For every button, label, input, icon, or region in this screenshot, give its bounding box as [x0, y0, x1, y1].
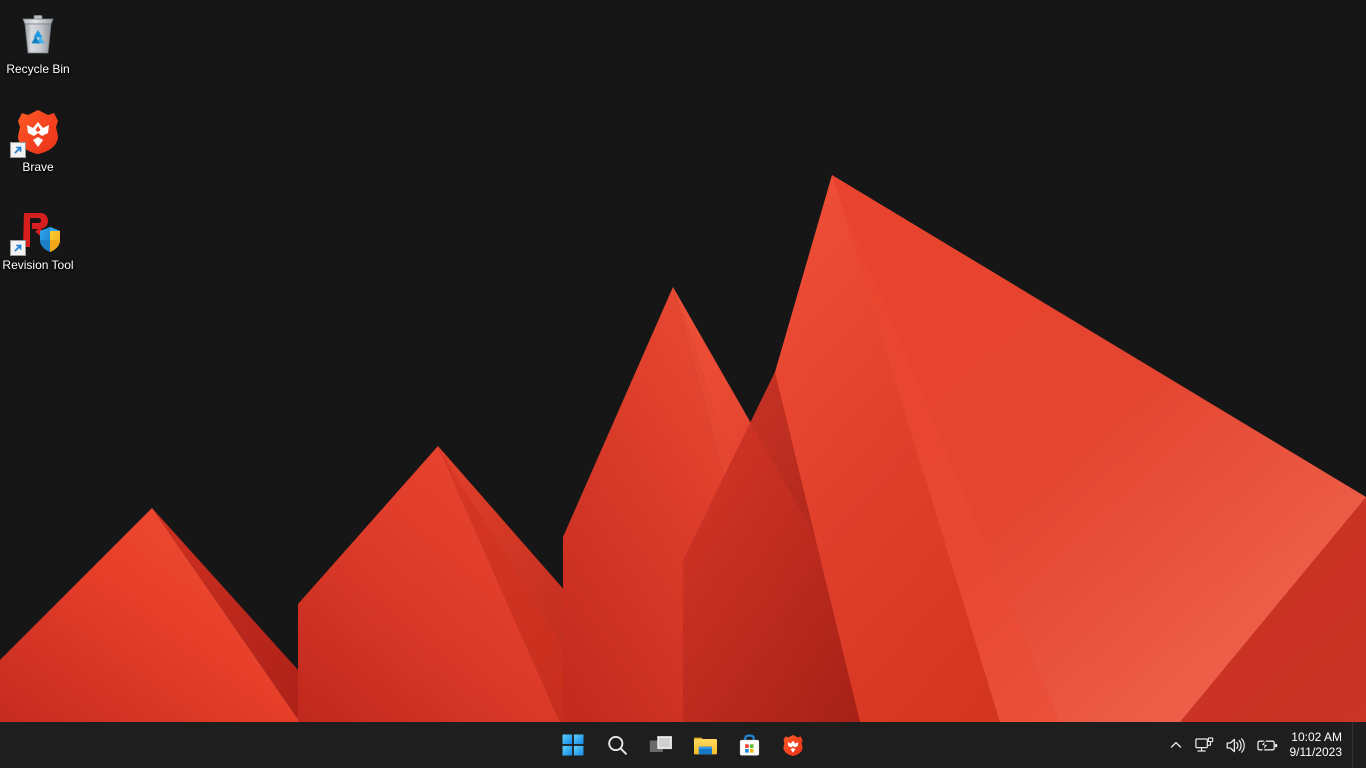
desktop-icon-brave[interactable]: Brave — [0, 108, 76, 174]
clock-date: 9/11/2023 — [1289, 745, 1343, 759]
desktop-icon-recycle-bin[interactable]: Recycle Bin — [0, 10, 76, 76]
brave-taskbar-button[interactable] — [776, 728, 810, 762]
wallpaper-artwork — [0, 0, 1366, 722]
tray-battery-button[interactable] — [1251, 722, 1284, 768]
tray-network-button[interactable] — [1189, 722, 1220, 768]
speaker-icon — [1226, 737, 1245, 753]
tray-overflow-button[interactable] — [1163, 722, 1189, 768]
chevron-up-icon — [1170, 741, 1181, 748]
network-monitor-icon — [1194, 736, 1213, 752]
brave-lion-icon — [783, 734, 803, 756]
tray-volume-button[interactable] — [1220, 722, 1251, 768]
task-view-button[interactable] — [644, 728, 678, 762]
search-button[interactable] — [600, 728, 634, 762]
file-explorer-button[interactable] — [688, 728, 722, 762]
taskbar-clock[interactable]: 10:02 AM 9/11/2023 — [1284, 722, 1353, 768]
desktop-icon-label: Revision Tool — [2, 258, 74, 272]
windows-logo-icon — [562, 734, 584, 756]
shortcut-arrow-icon — [10, 240, 26, 256]
start-button[interactable] — [556, 728, 590, 762]
taskbar-button-group — [556, 722, 810, 768]
clock-time: 10:02 AM — [1291, 730, 1342, 744]
system-tray: 10:02 AM 9/11/2023 — [1163, 722, 1366, 768]
recycle-bin-icon — [14, 10, 62, 58]
battery-charging-icon — [1256, 738, 1277, 752]
microsoft-store-button[interactable] — [732, 728, 766, 762]
folder-icon — [693, 737, 717, 755]
desktop-icon-revision-tool[interactable]: Revision Tool — [0, 206, 76, 272]
desktop-wallpaper[interactable] — [0, 0, 1366, 722]
desktop-screen: Recycle Bin Brave Revision Tool 10:02 AM… — [0, 0, 1366, 768]
desktop-icon-label: Brave — [22, 160, 54, 174]
revision-tool-icon — [10, 206, 62, 256]
brave-lion-icon — [10, 108, 62, 158]
show-desktop-button[interactable] — [1352, 722, 1358, 768]
shortcut-arrow-icon — [10, 142, 26, 158]
store-bag-icon — [739, 734, 759, 755]
taskbar: 10:02 AM 9/11/2023 — [0, 722, 1366, 768]
search-icon — [607, 735, 627, 755]
desktop-icon-label: Recycle Bin — [6, 62, 70, 76]
task-view-icon — [649, 736, 672, 752]
